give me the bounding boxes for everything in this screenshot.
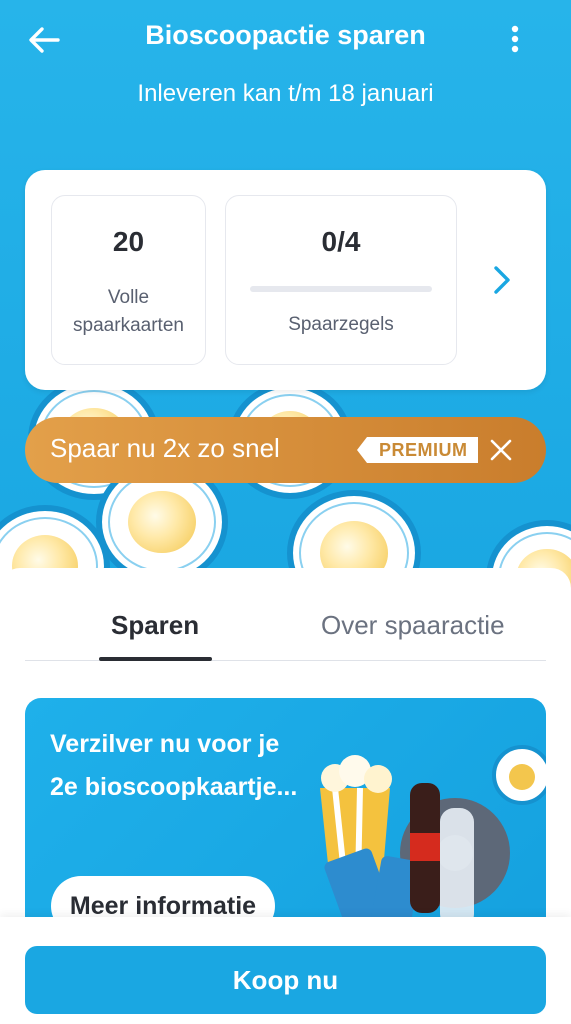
top-bar: Bioscoopactie sparen bbox=[0, 0, 571, 80]
tab-sparen[interactable]: Sparen bbox=[111, 610, 199, 641]
buy-now-button[interactable]: Koop nu bbox=[25, 946, 546, 1014]
chevron-right-icon[interactable] bbox=[487, 262, 517, 298]
savings-stats-card: 20 Volle spaarkaarten 0/4 Spaarzegels bbox=[25, 170, 546, 390]
premium-badge: PREMIUM bbox=[357, 437, 478, 463]
page-title: Bioscoopactie sparen bbox=[145, 20, 426, 50]
promo-card: Verzilver nu voor je 2e bioscoopkaartje.… bbox=[25, 698, 546, 948]
premium-banner[interactable]: Spaar nu 2x zo snel PREMIUM bbox=[25, 417, 546, 483]
more-vertical-icon[interactable] bbox=[500, 20, 530, 60]
deadline-subtitle: Inleveren kan t/m 18 januari bbox=[137, 80, 434, 107]
bottom-bar: Koop nu bbox=[0, 917, 571, 1024]
stamps-label: Spaarzegels bbox=[288, 314, 394, 335]
premium-banner-text: Spaar nu 2x zo snel bbox=[50, 433, 280, 463]
tab-over-spaaractie[interactable]: Over spaaractie bbox=[321, 610, 505, 641]
stamps-value: 0/4 bbox=[321, 226, 361, 257]
full-cards-value: 20 bbox=[112, 226, 145, 257]
full-cards-label-text: Volle spaarkaarten bbox=[73, 287, 184, 336]
full-cards-label: Volle spaarkaarten bbox=[52, 284, 205, 340]
active-tab-indicator bbox=[99, 657, 212, 661]
close-icon[interactable] bbox=[487, 436, 515, 464]
full-cards-stat: 20 Volle spaarkaarten bbox=[51, 195, 206, 365]
promo-text: Verzilver nu voor je 2e bioscoopkaartje.… bbox=[50, 730, 298, 801]
popcorn-and-drinks-illustration bbox=[320, 745, 546, 940]
stamps-stat: 0/4 Spaarzegels bbox=[225, 195, 457, 365]
stamps-progress-bar bbox=[250, 286, 432, 292]
